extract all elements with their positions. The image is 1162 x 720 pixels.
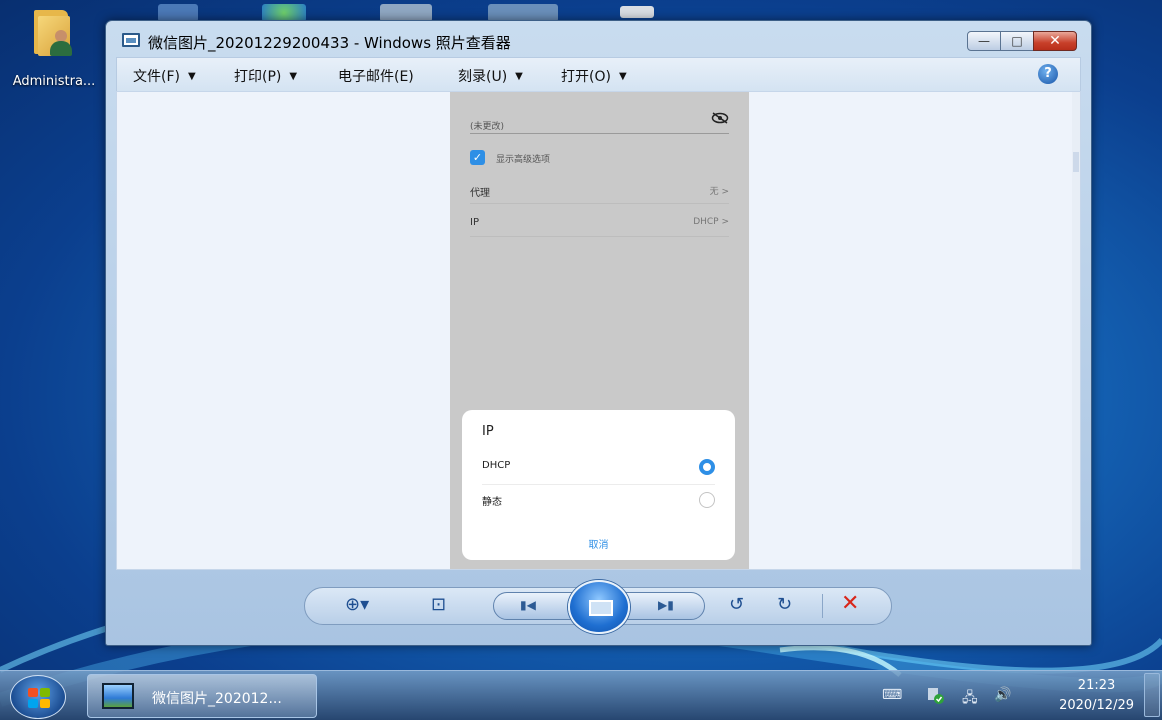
menu-label: 打开(O) [561, 69, 611, 85]
password-field: (未更改) [470, 112, 729, 134]
menu-open[interactable]: 打开(O) ▼ [561, 66, 627, 86]
action-center-icon[interactable] [926, 687, 944, 704]
chevron-down-icon: ▼ [289, 71, 298, 82]
maximize-icon: □ [1011, 34, 1023, 48]
slideshow-icon [589, 600, 613, 616]
window-title: 微信图片_20201229200433 - Windows 照片查看器 [148, 34, 511, 52]
option-static: 静态 [482, 485, 715, 517]
title-bar[interactable]: 微信图片_20201229200433 - Windows 照片查看器 — □ … [106, 21, 1091, 57]
desktop-icon-peek [620, 6, 654, 18]
photo-viewer-window: 微信图片_20201229200433 - Windows 照片查看器 — □ … [105, 20, 1092, 646]
slideshow-button[interactable] [568, 580, 630, 634]
previous-button[interactable]: ▮◀ [520, 598, 536, 612]
checkbox-label: 显示高级选项 [496, 155, 551, 165]
menu-label: 打印(P) [234, 69, 282, 85]
setting-key: 代理 [470, 188, 490, 199]
checkbox-checked-icon: ✓ [470, 150, 485, 165]
fit-to-window-button[interactable]: ⊡ [431, 594, 446, 615]
close-button[interactable]: ✕ [1033, 31, 1077, 51]
zoom-button[interactable]: ⊕▾ [345, 594, 369, 615]
menu-label: 刻录(U) [458, 69, 508, 85]
maximize-button[interactable]: □ [1000, 31, 1034, 51]
system-clock[interactable]: 21:23 2020/12/29 [1059, 676, 1134, 716]
menu-burn[interactable]: 刻录(U) ▼ [458, 66, 523, 86]
help-icon[interactable]: ? [1038, 64, 1058, 84]
close-icon: ✕ [1049, 33, 1061, 49]
viewer-controls: ⊕▾ ⊡ ▮◀ ▶▮ ↺ ↻ ✕ [304, 580, 892, 634]
rotate-left-button[interactable]: ↺ [729, 594, 744, 615]
menu-bar: 文件(F) ▼ 打印(P) ▼ 电子邮件(E) 刻录(U) ▼ 打开(O) ▼ ? [116, 57, 1081, 91]
viewer-scrollbar[interactable] [1072, 92, 1080, 569]
chevron-down-icon: ▼ [187, 71, 196, 82]
option-label: 静态 [482, 497, 502, 508]
chevron-down-icon: ▼ [515, 71, 523, 82]
menu-label: 文件(F) [133, 69, 180, 85]
taskbar-item-label: 微信图片_202012... [152, 691, 282, 707]
controls-divider [822, 594, 823, 618]
clock-date: 2020/12/29 [1059, 698, 1134, 713]
windows-logo-icon [28, 688, 50, 708]
chevron-down-icon: ▼ [618, 71, 627, 82]
setting-value: 无 > [709, 187, 729, 197]
show-desktop-button[interactable] [1144, 673, 1160, 717]
option-label: DHCP [482, 460, 511, 471]
image-viewport[interactable]: (未更改) ✓ 显示高级选项 代理 无 > IP DHCP > IP DHCP … [116, 91, 1081, 570]
minimize-button[interactable]: — [967, 31, 1001, 51]
setting-value: DHCP > [693, 217, 729, 227]
minimize-icon: — [978, 34, 990, 48]
displayed-photo: (未更改) ✓ 显示高级选项 代理 无 > IP DHCP > IP DHCP … [450, 92, 749, 569]
desktop-icon-label: Administra... [12, 74, 96, 89]
eye-hidden-icon [711, 112, 729, 124]
photo-thumbnail-icon [102, 683, 134, 709]
keyboard-icon[interactable]: ⌨ [882, 687, 902, 703]
start-button[interactable] [10, 675, 66, 719]
photo-viewer-app-icon [122, 33, 140, 47]
menu-label: 电子邮件(E) [338, 69, 414, 85]
flag-shield-icon [928, 688, 944, 704]
setting-key: IP [470, 217, 479, 228]
menu-print[interactable]: 打印(P) ▼ [234, 66, 297, 86]
user-folder-icon [32, 8, 76, 56]
ip-dialog: IP DHCP 静态 取消 [462, 410, 735, 560]
clock-time: 21:23 [1077, 678, 1116, 693]
taskbar-photo-viewer[interactable]: 微信图片_202012... [87, 674, 317, 718]
network-icon[interactable]: 🖧 [962, 687, 978, 711]
dialog-cancel: 取消 [588, 540, 609, 551]
menu-file[interactable]: 文件(F) ▼ [133, 66, 196, 86]
scrollbar-thumb[interactable] [1073, 152, 1079, 172]
taskbar: 微信图片_202012... ⌨ 🖧 🔊 21:23 2020/12/29 [0, 670, 1162, 720]
desktop-icon-administrator[interactable]: Administra... [4, 8, 104, 89]
radio-unselected-icon [699, 492, 715, 508]
password-placeholder: (未更改) [470, 122, 505, 132]
rotate-right-button[interactable]: ↻ [777, 594, 792, 615]
menu-email[interactable]: 电子邮件(E) [338, 66, 414, 86]
window-controls: — □ ✕ [967, 31, 1077, 51]
radio-selected-icon [699, 459, 715, 475]
option-dhcp: DHCP [482, 452, 715, 484]
proxy-row: 代理 无 > [470, 180, 729, 204]
ip-row: IP DHCP > [470, 213, 729, 237]
delete-button[interactable]: ✕ [841, 591, 859, 616]
next-button[interactable]: ▶▮ [658, 598, 674, 612]
dialog-title: IP [482, 424, 494, 439]
volume-icon[interactable]: 🔊 [994, 687, 1011, 703]
